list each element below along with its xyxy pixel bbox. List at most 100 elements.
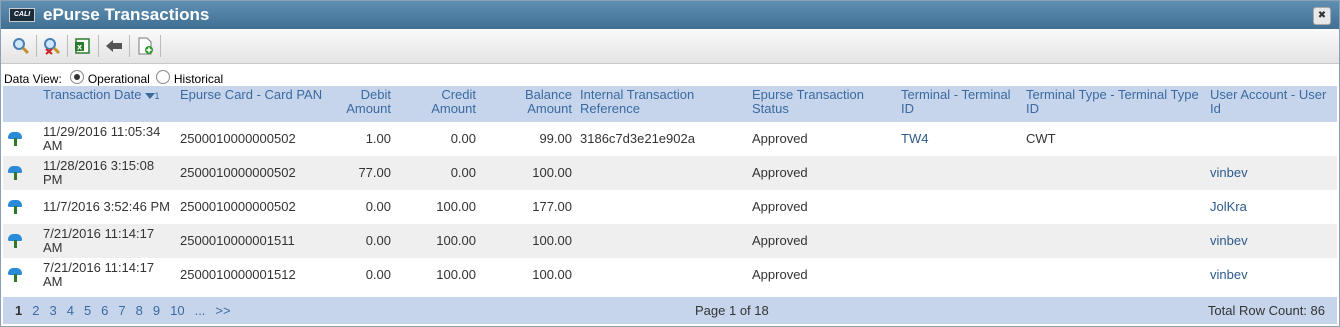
table-cell: [897, 156, 1022, 190]
export-excel-icon[interactable]: x: [69, 33, 97, 59]
table-cell: 7/21/2016 11:14:17 AM: [39, 224, 176, 258]
row-icon-cell: [3, 156, 39, 190]
table-cell: 100.00: [395, 224, 480, 258]
table-cell: 0.00: [395, 156, 480, 190]
table-cell: 77.00: [328, 156, 395, 190]
table-cell: 2500010000000502: [180, 131, 296, 146]
table-cell: 100.00: [480, 224, 576, 258]
table-cell: 0.00: [365, 199, 391, 214]
toolbar-separator: [129, 35, 130, 57]
panel-titlebar: CALI ePurse Transactions ✖: [1, 1, 1339, 29]
back-icon[interactable]: [100, 33, 128, 59]
epurse-transactions-panel: CALI ePurse Transactions ✖ x Data View: …: [0, 0, 1340, 327]
page-link[interactable]: 4: [67, 303, 74, 318]
column-header-internal-reference[interactable]: Internal Transaction Reference: [576, 86, 748, 122]
column-header-user-id[interactable]: User Account - User Id: [1206, 86, 1337, 122]
pagination-bar: 1 2 3 4 5 6 7 8 9 10... >> Page 1 of 18 Total Row …: [3, 297, 1337, 324]
page-link[interactable]: 5: [84, 303, 91, 318]
page-link[interactable]: 10: [170, 303, 184, 318]
new-document-icon[interactable]: [131, 33, 159, 59]
page-link[interactable]: 8: [136, 303, 143, 318]
table-cell: [576, 156, 748, 190]
table-cell[interactable]: JolKra: [1206, 190, 1337, 224]
table-cell: 2500010000001511: [176, 224, 328, 258]
toolbar-separator: [67, 35, 68, 57]
column-header-balance-amount[interactable]: Balance Amount: [480, 86, 576, 122]
page-link[interactable]: 9: [153, 303, 160, 318]
collapse-panel-icon[interactable]: ✖: [1313, 7, 1331, 25]
table-cell: [576, 224, 748, 258]
page-link[interactable]: ...: [195, 303, 206, 318]
table-cell: 99.00: [539, 131, 572, 146]
page-link[interactable]: 3: [49, 303, 56, 318]
toolbar-separator: [36, 35, 37, 57]
table-cell: 177.00: [532, 199, 572, 214]
table-row[interactable]: 7/21/2016 11:14:17 AM 2500010000001511 0.0…: [3, 224, 1337, 258]
column-header-transaction-date[interactable]: Transaction Date 1: [39, 86, 176, 122]
table-cell: 2500010000000502: [180, 199, 296, 214]
page-link[interactable]: 7: [118, 303, 125, 318]
total-row-count: Total Row Count: 86: [1207, 303, 1325, 318]
page-link-current[interactable]: 1: [15, 303, 22, 318]
table-cell: 11/28/2016 3:15:08 PM: [39, 156, 176, 190]
sort-descending-icon: [144, 92, 155, 99]
clear-filter-icon[interactable]: [38, 33, 66, 59]
table-cell: [897, 258, 1022, 292]
column-header-label: Transaction Date: [43, 87, 142, 102]
svg-text:x: x: [77, 43, 83, 52]
sort-order-number: 1: [154, 91, 160, 101]
historical-radio[interactable]: [155, 70, 170, 84]
table-cell: 3186c7d3e21e902a: [580, 131, 695, 146]
page-link[interactable]: >>: [215, 303, 230, 318]
table-row[interactable]: 11/7/2016 3:52:46 PM 2500010000000502 0.00…: [3, 190, 1337, 224]
tree-icon[interactable]: [7, 232, 23, 248]
column-header-card-pan[interactable]: Epurse Card - Card PAN: [176, 86, 328, 122]
table-cell: 7/21/2016 11:14:17 AM: [43, 260, 155, 289]
table-cell: 100.00: [436, 199, 476, 214]
panel-title: ePurse Transactions: [43, 5, 210, 24]
table-cell[interactable]: TW4: [897, 122, 1022, 156]
table-cell: 100.00: [436, 267, 476, 282]
page-link[interactable]: 6: [101, 303, 108, 318]
table-header-row: Transaction Date 1 Epurse Card - Card PAN…: [3, 86, 1337, 122]
table-cell: 100.00: [480, 156, 576, 190]
table-cell: CWT: [1026, 131, 1056, 146]
table-cell: Approved: [752, 131, 808, 146]
table-cell: 2500010000001512: [180, 267, 296, 282]
table-row[interactable]: 11/28/2016 3:15:08 PM 2500010000000502 77.…: [3, 156, 1337, 190]
table-cell[interactable]: vinbev: [1206, 224, 1337, 258]
search-icon[interactable]: [7, 33, 35, 59]
row-icon-cell: [3, 190, 39, 224]
operational-label: Operational: [87, 72, 150, 86]
column-header-debit-amount[interactable]: Debit Amount: [328, 86, 395, 122]
table-cell: 100.00: [532, 267, 572, 282]
historical-label: Historical: [173, 72, 224, 86]
tree-icon[interactable]: [7, 164, 23, 180]
transactions-table: Transaction Date 1 Epurse Card - Card PAN…: [3, 86, 1337, 292]
table-cell[interactable]: vinbev: [1206, 156, 1337, 190]
toolbar-separator: [98, 35, 99, 57]
table-cell: [1022, 156, 1206, 190]
table-cell: 0.00: [450, 131, 476, 146]
operational-radio[interactable]: [69, 70, 84, 84]
table-cell: [1022, 190, 1206, 224]
column-header-terminal-type-id[interactable]: Terminal Type - Terminal Type ID: [1022, 86, 1206, 122]
tree-icon[interactable]: [7, 198, 23, 214]
column-header-transaction-status[interactable]: Epurse Transaction Status: [748, 86, 897, 122]
table-cell: 1.00: [365, 131, 391, 146]
toolbar-separator: [160, 35, 161, 57]
table-cell: [576, 258, 748, 292]
column-header-terminal-id[interactable]: Terminal - Terminal ID: [897, 86, 1022, 122]
table-row[interactable]: 11/29/2016 11:05:34 AM 2500010000000502 1.…: [3, 122, 1337, 156]
table-cell: [1022, 258, 1206, 292]
table-row[interactable]: 7/21/2016 11:14:17 AM 2500010000001512 0.0…: [3, 258, 1337, 292]
cali-logo: CALI: [9, 8, 35, 22]
page-link[interactable]: 2: [32, 303, 39, 318]
row-icon-cell: [3, 258, 39, 292]
table-cell[interactable]: vinbev: [1206, 258, 1337, 292]
column-header-credit-amount[interactable]: Credit Amount: [395, 86, 480, 122]
tree-icon[interactable]: [7, 266, 23, 282]
table-cell: Approved: [748, 224, 897, 258]
tree-icon[interactable]: [7, 130, 23, 146]
row-icon-cell: [3, 122, 39, 156]
